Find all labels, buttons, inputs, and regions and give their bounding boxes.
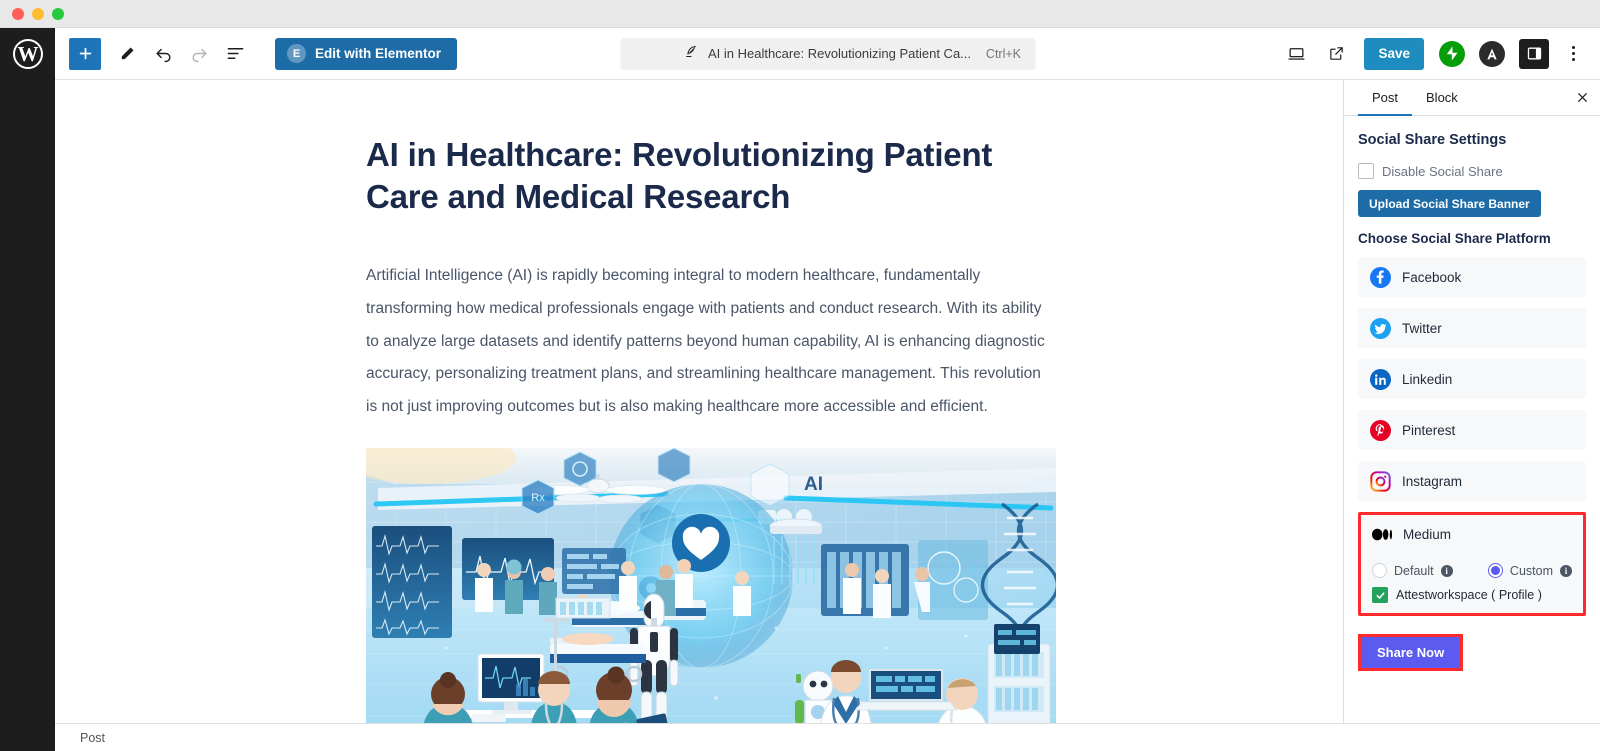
medium-profile-row[interactable]: Attestworkspace ( Profile ) — [1372, 587, 1572, 603]
medium-mode-radios: Default i Custom i — [1372, 563, 1572, 578]
choose-social-share-platform-label: Choose Social Share Platform — [1358, 231, 1551, 246]
medium-profile-checkbox[interactable] — [1372, 587, 1388, 603]
command-palette-bar[interactable]: AI in Healthcare: Revolutionizing Patien… — [620, 37, 1035, 70]
post-content-wrapper: AI in Healthcare: Revolutionizing Patien… — [55, 80, 1343, 723]
jetpack-icon[interactable] — [1439, 40, 1465, 67]
app-shell: W E Edit with Elementor AI in Healthcare… — [0, 28, 1600, 751]
instagram-icon — [1370, 470, 1391, 492]
post-content: AI in Healthcare: Revolutionizing Patien… — [366, 134, 1056, 723]
disable-social-share-label: Disable Social Share — [1382, 163, 1503, 179]
pinterest-icon — [1370, 419, 1391, 441]
window-maximize-button[interactable] — [52, 7, 64, 20]
edit-with-elementor-label: Edit with Elementor — [315, 46, 442, 61]
tab-block[interactable]: Block — [1412, 80, 1472, 116]
settings-panel: Post Block Social Share Settings Disable… — [1343, 80, 1600, 723]
panel-tabs: Post Block — [1344, 80, 1600, 116]
share-now-highlight: Share Now — [1358, 634, 1464, 671]
upload-social-share-banner-button[interactable]: Upload Social Share Banner — [1358, 190, 1541, 217]
platform-item-instagram[interactable]: Instagram — [1358, 461, 1586, 501]
ai-label: AI — [804, 474, 823, 495]
platform-item-linkedin[interactable]: Linkedin — [1358, 359, 1586, 399]
document-overview-button[interactable] — [217, 36, 253, 72]
platform-label-facebook: Facebook — [1402, 269, 1462, 285]
editor-body: AI in Healthcare: Revolutionizing Patien… — [55, 80, 1600, 723]
view-desktop-icon[interactable] — [1278, 36, 1314, 72]
info-icon[interactable]: i — [1440, 564, 1453, 577]
medium-custom-label: Custom — [1509, 563, 1553, 578]
open-external-icon[interactable] — [1318, 36, 1354, 72]
medium-default-label: Default — [1394, 563, 1434, 578]
editor-toolbar: E Edit with Elementor AI in Healthcare: … — [55, 28, 1600, 80]
window-minimize-button[interactable] — [32, 7, 44, 20]
platform-label-twitter: Twitter — [1402, 320, 1442, 336]
medium-custom-radio[interactable] — [1487, 563, 1503, 578]
wordpress-icon: W — [12, 39, 43, 69]
platform-label-instagram: Instagram — [1402, 473, 1463, 489]
post-featured-image[interactable]: Rx AI — [366, 448, 1056, 723]
redo-button[interactable] — [181, 36, 217, 72]
save-button[interactable]: Save — [1364, 37, 1424, 70]
twitter-icon — [1370, 317, 1391, 339]
toolbar-center-group: AI in Healthcare: Revolutionizing Patien… — [620, 37, 1035, 70]
edit-with-elementor-button[interactable]: E Edit with Elementor — [275, 37, 458, 70]
settings-sidebar-toggle-button[interactable] — [1519, 38, 1549, 69]
info-icon[interactable]: i — [1560, 564, 1572, 577]
add-block-button[interactable] — [69, 37, 101, 70]
medium-options: Default i Custom i Attestworkspace (Pro… — [1361, 553, 1583, 613]
platform-label-linkedin: Linkedin — [1402, 371, 1453, 387]
medium-icon — [1372, 528, 1393, 540]
toolbar-left-group: E Edit with Elementor — [55, 36, 458, 72]
share-now-button[interactable]: Share Now — [1361, 637, 1461, 668]
breadcrumb[interactable]: Post — [80, 731, 105, 745]
facebook-icon — [1370, 266, 1391, 288]
elementor-icon: E — [287, 44, 306, 63]
astra-icon[interactable] — [1479, 40, 1505, 67]
medium-platform-group: Medium Default i Custom i Attestworkspac… — [1358, 512, 1586, 616]
post-title[interactable]: AI in Healthcare: Revolutionizing Patien… — [366, 134, 1056, 218]
command-palette-title: AI in Healthcare: Revolutionizing Patien… — [707, 46, 972, 61]
close-panel-button[interactable] — [1564, 80, 1600, 115]
edit-tool-button[interactable] — [109, 36, 145, 72]
undo-button[interactable] — [145, 36, 181, 72]
post-type-icon — [684, 44, 699, 64]
medium-default-radio[interactable] — [1372, 563, 1387, 578]
main-column: E Edit with Elementor AI in Healthcare: … — [55, 28, 1600, 751]
medium-profile-label: Attestworkspace ( Profile ) — [1396, 588, 1542, 602]
post-canvas[interactable]: AI in Healthcare: Revolutionizing Patien… — [55, 80, 1343, 723]
more-options-icon[interactable] — [1558, 39, 1588, 69]
platform-item-medium[interactable]: Medium — [1361, 515, 1583, 553]
tab-post[interactable]: Post — [1358, 80, 1413, 116]
panel-body: Social Share Settings Disable Social Sha… — [1344, 116, 1600, 671]
status-bar: Post — [55, 723, 1600, 751]
window-title-bar — [0, 0, 1600, 28]
platform-item-facebook[interactable]: Facebook — [1358, 257, 1586, 297]
social-share-settings-heading: Social Share Settings — [1358, 132, 1507, 148]
wordpress-home-button[interactable]: W — [0, 28, 55, 80]
command-palette-shortcut: Ctrl+K — [985, 46, 1021, 61]
wordpress-sidebar-rail: W — [0, 28, 55, 751]
disable-social-share-row[interactable]: Disable Social Share — [1358, 163, 1586, 179]
platform-item-pinterest[interactable]: Pinterest — [1358, 410, 1586, 450]
platform-label-pinterest: Pinterest — [1402, 422, 1456, 438]
toolbar-right-group: Save — [1278, 36, 1600, 72]
svg-text:Rx: Rx — [531, 492, 545, 504]
post-paragraph[interactable]: Artificial Intelligence (AI) is rapidly … — [366, 260, 1056, 424]
platform-item-twitter[interactable]: Twitter — [1358, 308, 1586, 348]
hospital-illustration: Rx AI — [366, 448, 1056, 723]
disable-social-share-checkbox[interactable] — [1358, 163, 1374, 179]
platform-label-medium: Medium — [1403, 526, 1452, 542]
linkedin-icon — [1370, 368, 1391, 390]
window-close-button[interactable] — [12, 7, 24, 20]
